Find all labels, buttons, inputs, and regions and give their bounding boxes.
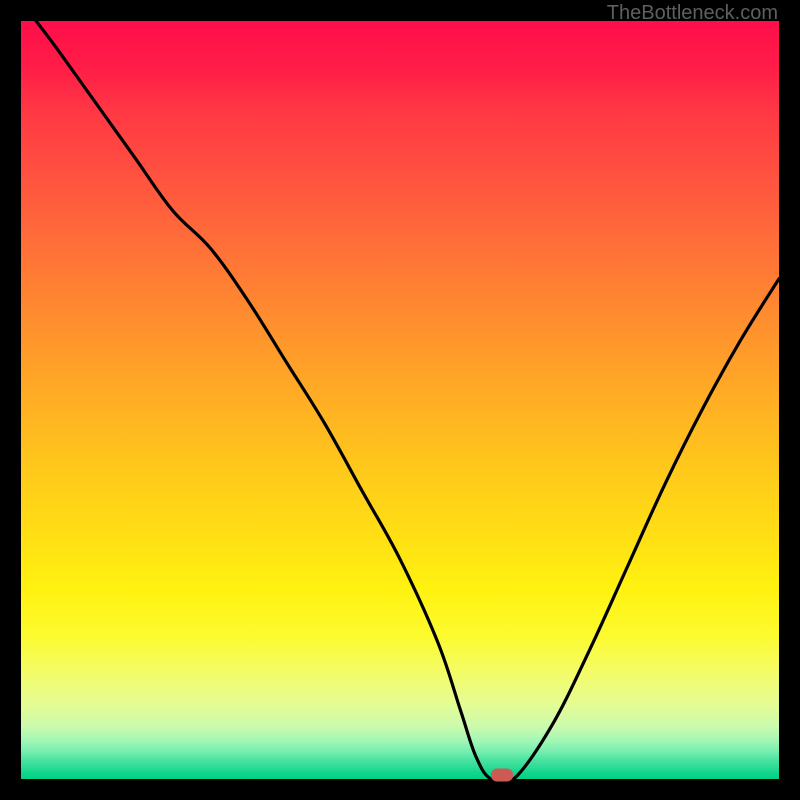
plot-area [21, 21, 779, 779]
optimum-marker [491, 769, 513, 782]
bottleneck-curve [21, 21, 779, 779]
curve-path [36, 21, 779, 779]
chart-frame: TheBottleneck.com [0, 0, 800, 800]
